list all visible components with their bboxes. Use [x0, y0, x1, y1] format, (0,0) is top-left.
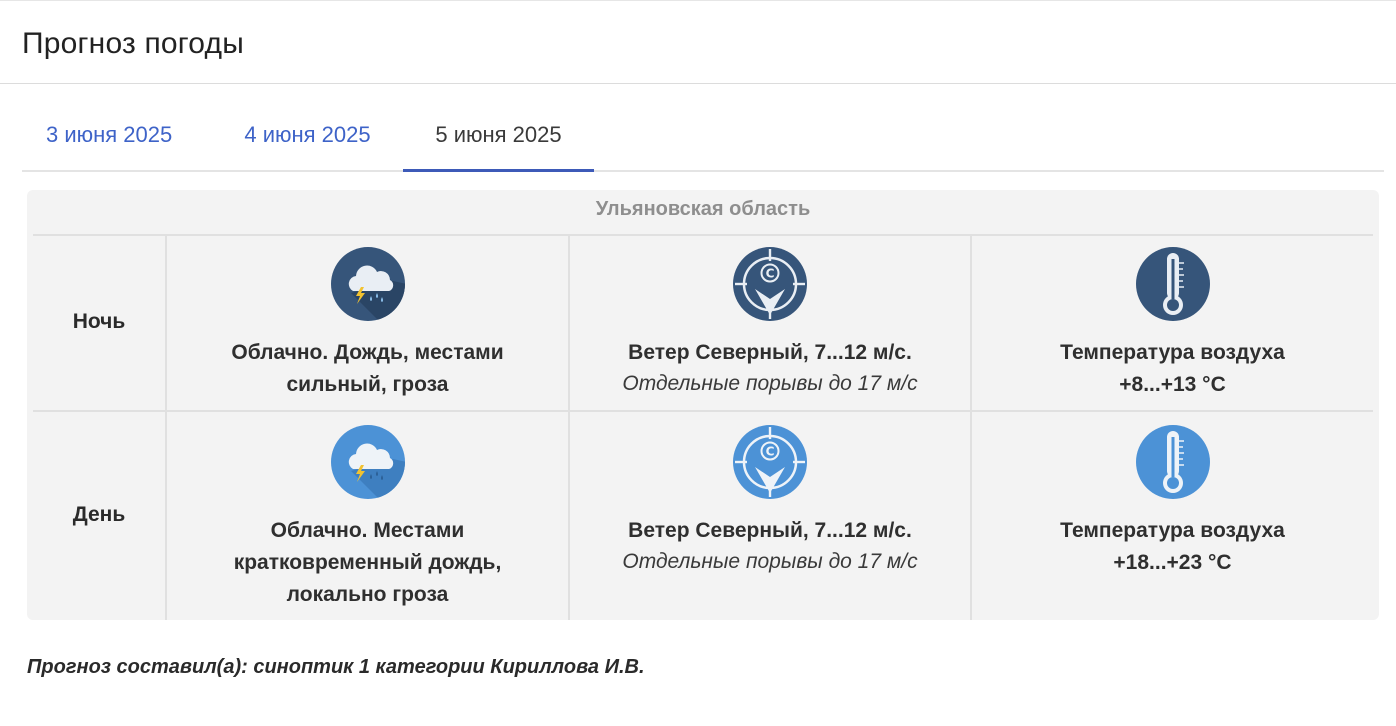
night-wind-text: Ветер Северный, 7...12 м/с. [628, 341, 912, 364]
day-wind-cell: С Ветер Северный, 7...12 м/с. Отдельные … [570, 425, 970, 577]
forecast-panel: Ульяновская область Ночь Облачно. Дождь,… [27, 190, 1379, 620]
period-day: День [72, 503, 126, 526]
region-title: Ульяновская область [595, 198, 811, 220]
day-temperature-cell: Температура воздуха +18...+23 °C [972, 425, 1373, 579]
night-wind-gusts: Отдельные порывы до 17 м/с [622, 372, 918, 395]
day-temperature-label: Температура воздуха [1060, 519, 1285, 542]
cloud-rain-thunder-icon [330, 247, 405, 321]
wind-direction-letter: С [766, 445, 775, 459]
night-weather-cell: Облачно. Дождь, местами сильный, гроза [167, 247, 568, 401]
wind-direction-letter: С [766, 267, 775, 281]
forecast-author: Прогноз составил(а): синоптик 1 категори… [27, 656, 645, 678]
date-tabs: 3 июня 2025 4 июня 2025 5 июня 2025 [22, 104, 1384, 172]
day-temperature-value: +18...+23 °C [1113, 551, 1232, 574]
row-divider [33, 234, 1373, 236]
day-weather-cell: Облачно. Местами кратковременный дождь, … [167, 425, 568, 611]
page-title: Прогноз погоды [22, 27, 244, 60]
period-night: Ночь [72, 310, 126, 333]
thermometer-icon [1135, 247, 1210, 321]
tab-date-1[interactable]: 3 июня 2025 [22, 104, 212, 172]
cloud-rain-thunder-icon [330, 425, 405, 499]
row-divider [33, 410, 1373, 412]
night-temperature-cell: Температура воздуха +8...+13 °C [972, 247, 1373, 401]
night-temperature-label: Температура воздуха [1060, 341, 1285, 364]
night-temperature-value: +8...+13 °C [1119, 373, 1226, 396]
wind-north-compass-icon: С [733, 247, 807, 321]
night-wind-cell: С Ветер Северный, 7...12 м/с. Отдельные … [570, 247, 970, 399]
thermometer-icon [1135, 425, 1210, 499]
day-wind-text: Ветер Северный, 7...12 м/с. [628, 519, 912, 542]
day-wind-gusts: Отдельные порывы до 17 м/с [622, 550, 918, 573]
night-weather-text: Облачно. Дождь, местами сильный, гроза [231, 341, 504, 396]
day-weather-text: Облачно. Местами кратковременный дождь, … [233, 519, 502, 606]
page-header: Прогноз погоды [0, 1, 1396, 84]
tab-date-3[interactable]: 5 июня 2025 [403, 104, 594, 172]
tab-date-2[interactable]: 4 июня 2025 [212, 104, 403, 172]
wind-north-compass-icon: С [733, 425, 807, 499]
